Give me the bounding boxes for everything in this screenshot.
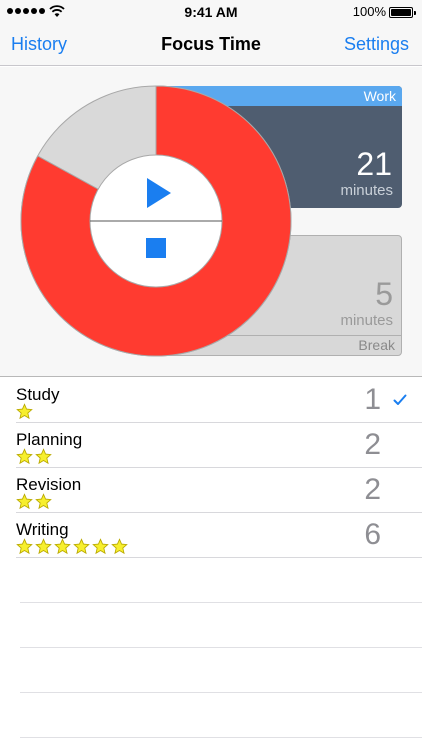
work-minutes-value: 21 bbox=[356, 146, 392, 182]
timer-ring bbox=[20, 85, 292, 357]
star-icon bbox=[73, 538, 90, 555]
list-item[interactable]: Writing 6 bbox=[16, 513, 422, 558]
session-count: 2 bbox=[364, 428, 381, 461]
list-item[interactable]: Study 1 bbox=[16, 378, 422, 423]
play-button[interactable] bbox=[100, 157, 212, 217]
star-icon bbox=[16, 493, 33, 510]
battery-percent: 100% bbox=[352, 4, 386, 19]
status-bar: 9:41 AM 100% bbox=[0, 0, 422, 24]
empty-list-row bbox=[20, 558, 422, 603]
star-icon bbox=[111, 538, 128, 555]
star-rating bbox=[16, 493, 52, 510]
empty-list-row bbox=[20, 693, 422, 738]
star-icon bbox=[35, 448, 52, 465]
timer-area: Work 21 minutes 5 minutes Break bbox=[0, 67, 422, 377]
star-icon bbox=[54, 538, 71, 555]
settings-button[interactable]: Settings bbox=[344, 34, 409, 55]
navigation-bar: History Focus Time Settings bbox=[0, 24, 422, 66]
session-count: 2 bbox=[364, 473, 381, 506]
break-minutes-value: 5 bbox=[375, 276, 393, 312]
star-rating bbox=[16, 538, 128, 555]
star-icon bbox=[35, 493, 52, 510]
work-minutes-unit: minutes bbox=[340, 182, 393, 199]
session-name: Study bbox=[16, 385, 60, 404]
battery-icon bbox=[389, 7, 416, 18]
stop-icon bbox=[146, 238, 166, 258]
star-rating bbox=[16, 403, 33, 420]
empty-list-row bbox=[20, 648, 422, 693]
list-item[interactable]: Revision 2 bbox=[16, 468, 422, 513]
star-icon bbox=[16, 538, 33, 555]
list-item[interactable]: Planning 2 bbox=[16, 423, 422, 468]
star-icon bbox=[16, 403, 33, 420]
session-list: Study 1 Planning 2 Revision 2 Writing 6 bbox=[0, 378, 422, 738]
empty-list-row bbox=[20, 603, 422, 648]
session-name: Revision bbox=[16, 475, 82, 494]
star-icon bbox=[92, 538, 109, 555]
break-minutes-unit: minutes bbox=[340, 312, 393, 329]
star-icon bbox=[16, 448, 33, 465]
session-name: Planning bbox=[16, 430, 83, 449]
checkmark-icon bbox=[393, 393, 407, 411]
session-name: Writing bbox=[16, 520, 69, 539]
session-count: 1 bbox=[364, 383, 381, 416]
stop-button[interactable] bbox=[100, 225, 212, 285]
star-icon bbox=[35, 538, 52, 555]
history-button[interactable]: History bbox=[11, 34, 67, 55]
session-count: 6 bbox=[364, 518, 381, 551]
star-rating bbox=[16, 448, 52, 465]
